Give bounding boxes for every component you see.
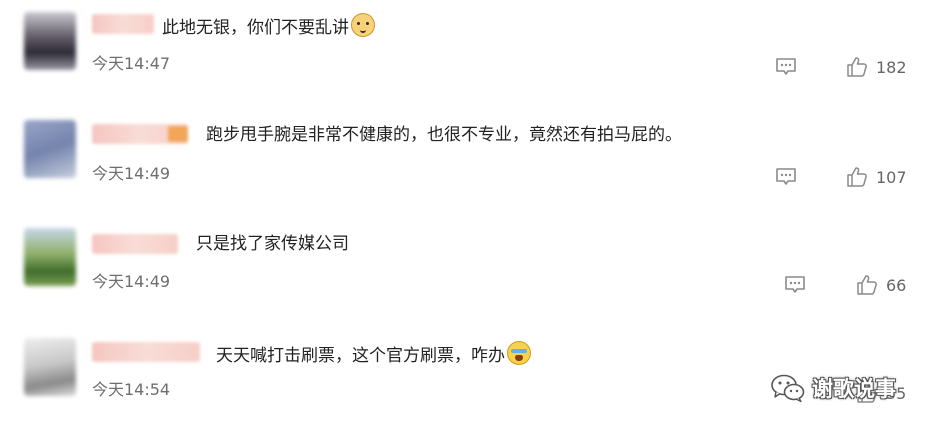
reply-icon[interactable] [775,167,797,187]
like-count: 182 [876,58,907,77]
comment-time: 今天14:47 [92,54,171,73]
thumbs-up-icon[interactable] [846,56,868,78]
dog-emoji [351,13,375,37]
watermark-text: 谢歌说事 [812,377,896,401]
comment-item: 只是找了家传媒公司 今天14:49 66 [0,216,934,324]
username-blurred[interactable] [92,234,178,254]
reply-icon[interactable] [784,275,806,295]
avatar[interactable] [24,120,76,178]
comment-time: 今天14:54 [92,380,171,399]
comment-time: 今天14:49 [92,164,171,183]
user-badge [168,126,188,142]
thumbs-up-icon[interactable] [846,166,868,188]
comment-time: 今天14:49 [92,272,171,291]
comment-text: 天天喊打击刷票，这个官方刷票，咋办 [216,341,531,368]
comment-text-content: 天天喊打击刷票，这个官方刷票，咋办 [216,346,505,366]
comment-text: 跑步甩手腕是非常不健康的，也很不专业，竟然还有拍马屁的。 [206,123,682,147]
crying-laughing-emoji [507,341,531,365]
comment-item: 此地无银，你们不要乱讲 今天14:47 182 [0,0,934,108]
avatar[interactable] [24,12,76,70]
username-blurred[interactable] [92,124,188,144]
comment-text: 此地无银，你们不要乱讲 [162,13,375,40]
comment-text-content: 只是找了家传媒公司 [196,234,349,254]
wechat-icon [771,374,805,403]
like-count: 107 [876,168,907,187]
reply-icon[interactable] [775,57,797,77]
avatar[interactable] [24,338,76,396]
thumbs-up-icon[interactable] [856,274,878,296]
like-count: 66 [886,276,907,295]
comment-text-content: 跑步甩手腕是非常不健康的，也很不专业，竟然还有拍马屁的。 [206,125,682,145]
watermark: 谢歌说事 [770,370,896,406]
comment-item: 跑步甩手腕是非常不健康的，也很不专业，竟然还有拍马屁的。 今天14:49 107 [0,108,934,216]
comment-text: 只是找了家传媒公司 [196,232,349,256]
avatar[interactable] [24,228,76,286]
username-blurred[interactable] [92,342,200,362]
comment-text-content: 此地无银，你们不要乱讲 [162,18,349,38]
username-blurred[interactable] [92,14,154,34]
